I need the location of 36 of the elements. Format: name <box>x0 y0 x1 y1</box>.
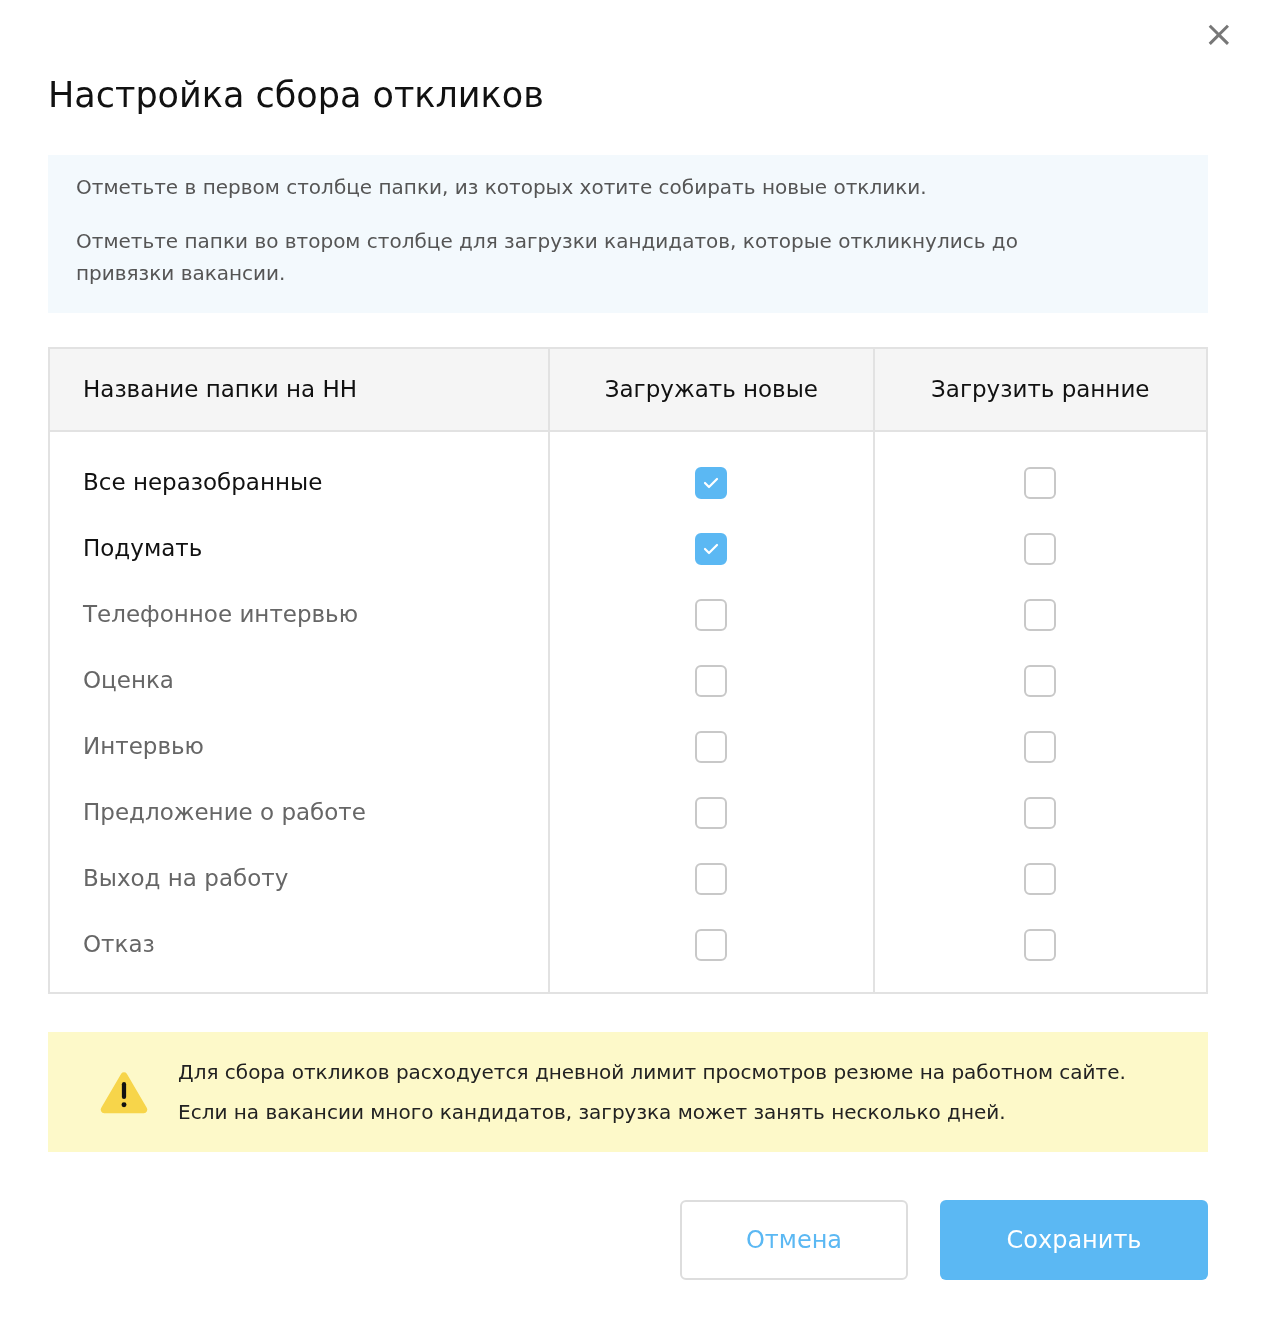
checkbox[interactable] <box>695 929 728 962</box>
checkbox[interactable] <box>695 467 728 500</box>
check-icon <box>703 543 720 556</box>
checkbox[interactable] <box>695 599 728 632</box>
checkbox[interactable] <box>1024 863 1057 896</box>
folder-name: Интервью <box>49 713 550 779</box>
close-button[interactable]: × <box>1197 14 1240 54</box>
column-header: Название папки на НН <box>49 348 550 431</box>
checkbox[interactable] <box>695 863 728 896</box>
checkbox[interactable] <box>1024 467 1057 500</box>
folder-name: Предложение о работе <box>49 779 550 845</box>
column-header: Загружать новые <box>549 348 874 431</box>
checkbox[interactable] <box>695 533 728 566</box>
info-text: Отметьте в первом столбце папки, из которых хотите собирать новые отклики. <box>76 174 928 201</box>
folder-name: Выход на работу <box>49 845 550 911</box>
dialog-title: Настройка сбора откликов <box>48 74 545 117</box>
checkbox[interactable] <box>695 731 728 764</box>
checkbox[interactable] <box>695 797 728 830</box>
warning-text: Для сбора откликов расходуется дневной лимит просмотров резюме на работном сайте. Если на вакансии много кандидатов, загрузка может занять несколько дней. <box>178 1059 1127 1126</box>
checkbox[interactable] <box>1024 533 1057 566</box>
folder-name: Отказ <box>49 911 550 993</box>
folder-name: Подумать <box>49 515 550 581</box>
checkbox[interactable] <box>1024 731 1057 764</box>
checkbox[interactable] <box>1024 929 1057 962</box>
checkbox[interactable] <box>1024 599 1057 632</box>
folder-name: Телефонное интервью <box>49 581 550 647</box>
checkbox[interactable] <box>695 665 728 698</box>
folder-name: Оценка <box>49 647 550 713</box>
checkbox[interactable] <box>1024 665 1057 698</box>
column-header: Загрузить ранние <box>873 348 1207 431</box>
check-icon <box>703 477 720 490</box>
cancel-button[interactable]: Отмена <box>680 1200 908 1280</box>
save-button[interactable]: Сохранить <box>940 1200 1208 1280</box>
folder-name: Все неразобранные <box>49 431 550 515</box>
checkbox[interactable] <box>1024 797 1057 830</box>
info-text: Отметьте папки во втором столбце для загрузки кандидатов, которые откликнулись до привязки вакансии. <box>76 228 1019 287</box>
